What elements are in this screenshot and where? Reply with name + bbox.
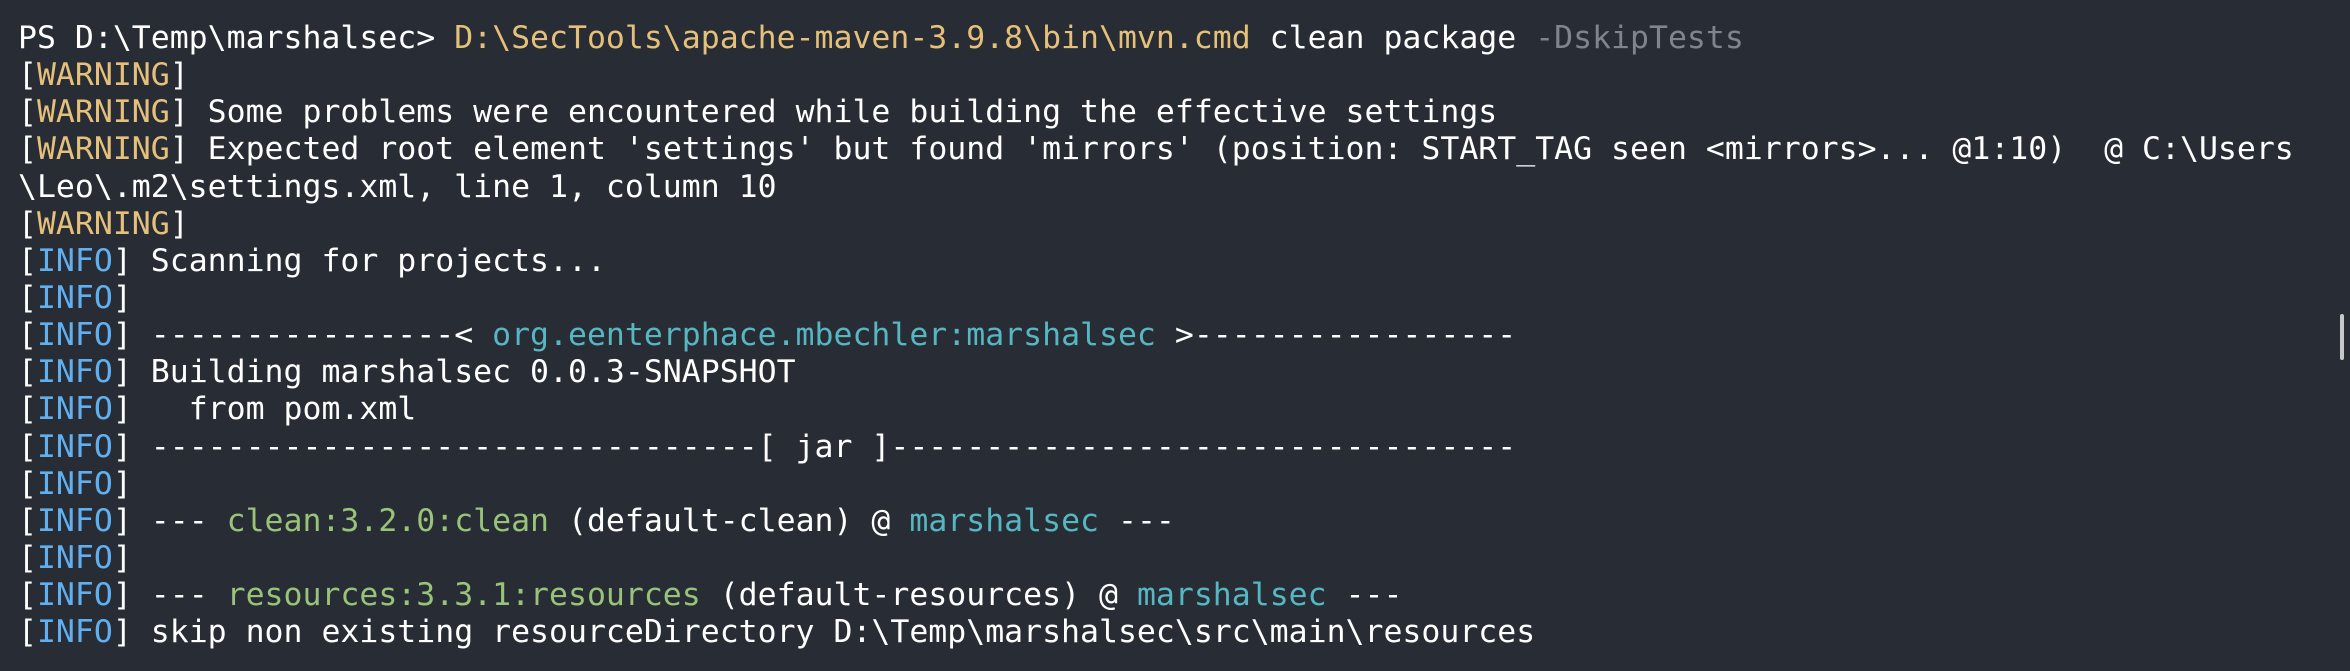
warning-message: Some problems were encountered while bui…: [188, 94, 1498, 131]
info-tag: INFO: [36, 539, 113, 576]
warning-line: [WARNING]: [18, 205, 189, 242]
warning-message: Expected root element 'settings' but fou…: [188, 131, 2294, 168]
skip-tests-flag: -DskipTests: [1535, 20, 1744, 56]
artifact-id: org.eenterphace.mbechler:marshalsec: [492, 317, 1156, 354]
info-line: [INFO] skip non existing resourceDirecto…: [18, 614, 1536, 651]
info-message: Building marshalsec 0.0.3-SNAPSHOT: [131, 354, 796, 391]
scrollbar[interactable]: [2334, 0, 2350, 671]
info-line: [INFO] from pom.xml: [18, 391, 417, 428]
shell-prompt: PS D:\Temp\marshalsec>: [18, 20, 455, 56]
warning-line: [WARNING] Some problems were encountered…: [18, 94, 1498, 131]
warning-continuation: \Leo\.m2\settings.xml, line 1, column 10: [18, 169, 2350, 206]
info-tag: INFO: [36, 428, 113, 465]
project-name: marshalsec: [909, 502, 1100, 539]
info-message: from pom.xml: [131, 391, 417, 428]
plugin-goal: resources:3.3.1:resources: [226, 577, 701, 614]
info-line: [INFO]: [18, 465, 132, 502]
info-line: [INFO] --- clean:3.2.0:clean (default-cl…: [18, 502, 1175, 539]
warning-tag: WARNING: [36, 57, 170, 94]
warning-message: \Leo\.m2\settings.xml, line 1, column 10: [18, 168, 777, 205]
info-line: [INFO] Building marshalsec 0.0.3-SNAPSHO…: [18, 354, 796, 391]
maven-command-path: D:\SecTools\apache-maven-3.9.8\bin\mvn.c…: [454, 20, 1251, 56]
info-tag: INFO: [36, 242, 113, 279]
info-tag: INFO: [36, 502, 113, 539]
warning-line: [WARNING]: [18, 57, 189, 94]
warning-tag: WARNING: [36, 131, 170, 168]
info-tag: INFO: [36, 465, 113, 502]
packaging-separator: --------------------------------[ jar ]-…: [131, 428, 1517, 465]
info-line: [INFO] ----------------< org.eenterphace…: [18, 317, 1517, 354]
info-line: [INFO] --- resources:3.3.1:resources (de…: [18, 577, 1403, 614]
info-tag: INFO: [36, 279, 113, 316]
info-tag: INFO: [36, 317, 113, 354]
info-line: [INFO]: [18, 539, 132, 576]
plugin-goal: clean:3.2.0:clean: [226, 502, 550, 539]
info-line: [INFO]: [18, 279, 132, 316]
command-line: PS D:\Temp\marshalsec> D:\SecTools\apach…: [18, 20, 2350, 57]
info-tag: INFO: [36, 577, 113, 614]
info-message: skip non existing resourceDirectory D:\T…: [131, 614, 1536, 651]
info-line: [INFO] --------------------------------[…: [18, 428, 1517, 465]
project-name: marshalsec: [1136, 577, 1327, 614]
info-tag: INFO: [36, 391, 113, 428]
warning-line: [WARNING] Expected root element 'setting…: [18, 131, 2294, 168]
info-tag: INFO: [36, 614, 113, 651]
info-tag: INFO: [36, 354, 113, 391]
terminal-window[interactable]: PS D:\Temp\marshalsec> D:\SecTools\apach…: [0, 0, 2350, 671]
warning-tag: WARNING: [36, 205, 170, 242]
maven-goals: clean package: [1250, 20, 1536, 56]
scrollbar-thumb[interactable]: [2340, 314, 2344, 360]
warning-tag: WARNING: [36, 94, 170, 131]
info-line: [INFO] Scanning for projects...: [18, 242, 606, 279]
info-message: Scanning for projects...: [131, 242, 606, 279]
